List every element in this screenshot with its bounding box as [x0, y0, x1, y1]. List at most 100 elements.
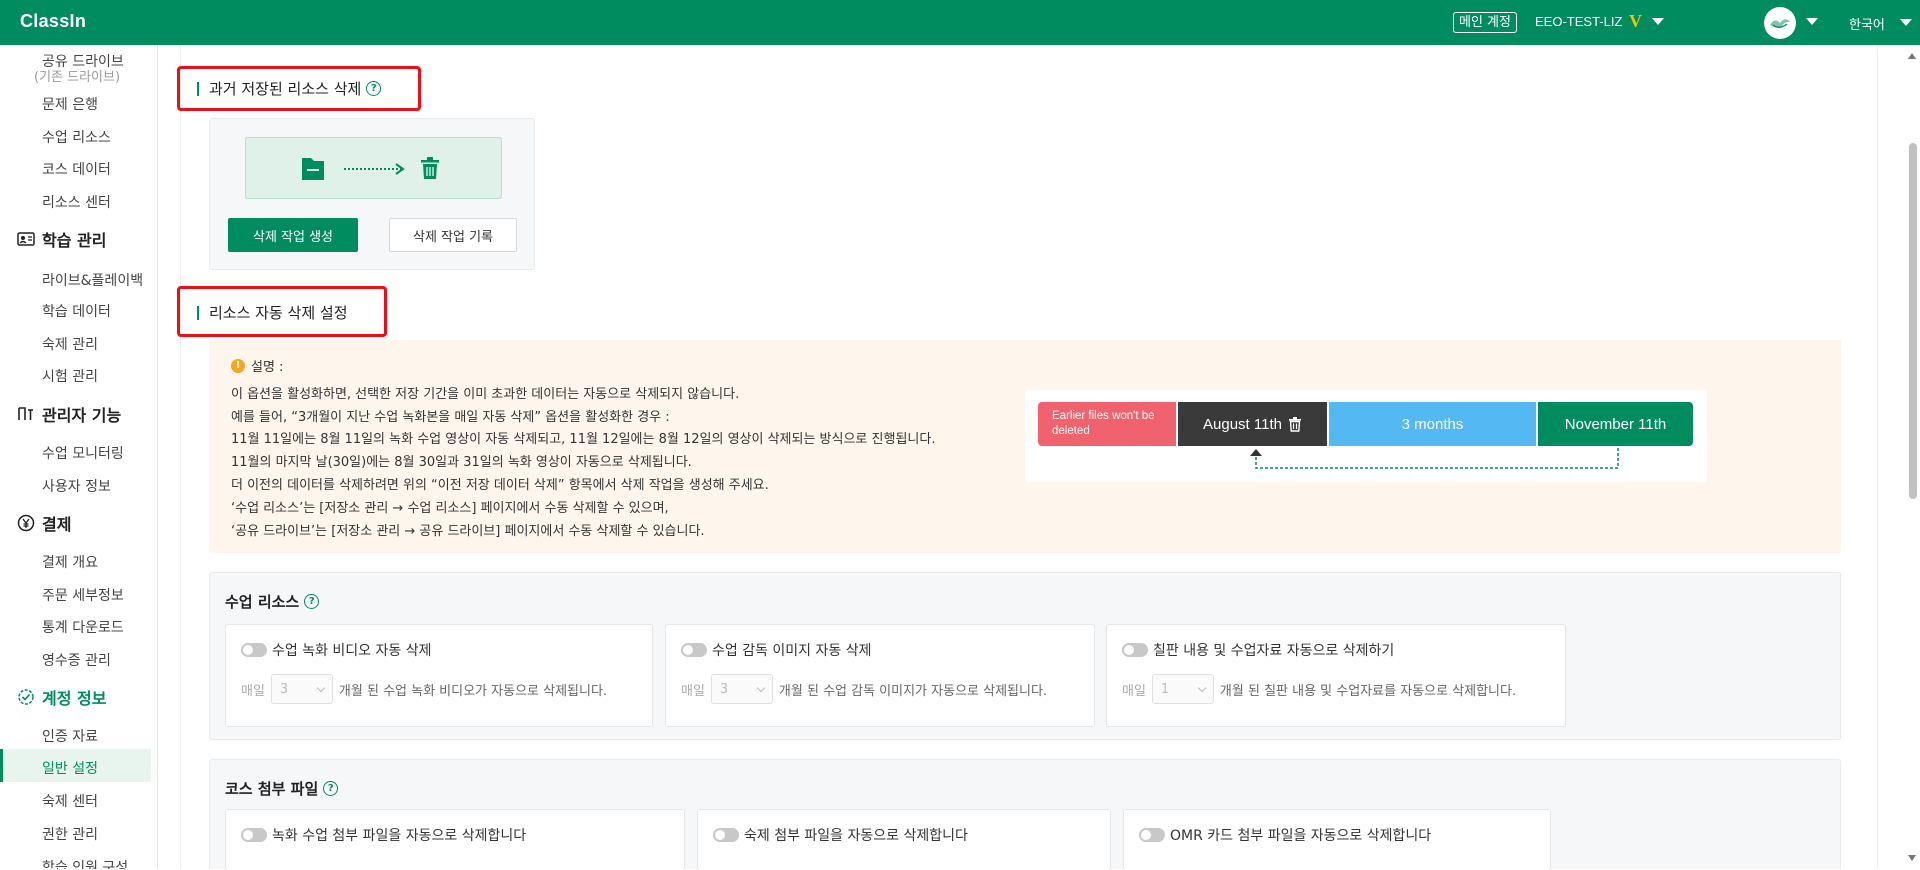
section-bar	[197, 305, 199, 320]
language-selector[interactable]: 한국어	[1849, 14, 1885, 33]
main-account-badge[interactable]: 메인 계정	[1453, 12, 1517, 33]
help-icon[interactable]: ?	[366, 81, 382, 96]
retention-timeline: Earlier files won't be deleted August 11…	[1025, 390, 1707, 482]
sidebar-section-account-info[interactable]: 계정 정보	[16, 685, 106, 709]
create-delete-task-button[interactable]: 삭제 작업 생성	[228, 218, 358, 252]
auto-delete-toggle[interactable]	[713, 828, 739, 842]
sidebar-item-permission-mgmt[interactable]: 권한 관리	[42, 824, 98, 844]
sidebar-item-class-resources[interactable]: 수업 리소스	[42, 127, 111, 147]
auto-delete-toggle[interactable]	[241, 643, 267, 657]
sidebar-section-label: 계정 정보	[42, 689, 107, 708]
card-title: 수업 녹화 비디오 자동 삭제	[272, 643, 432, 659]
chevron-down-icon	[1197, 683, 1207, 692]
sidebar-item-question-bank[interactable]: 문제 은행	[42, 94, 98, 114]
months-select-value: 3	[719, 681, 729, 697]
sidebar-item-resource-center[interactable]: 리소스 센터	[42, 192, 111, 212]
sidebar-section-payment[interactable]: 결제	[16, 511, 71, 535]
admin-icon	[16, 404, 36, 424]
auto-delete-card: 수업 녹화 비디오 자동 삭제 매일 3 개월 된 수업 녹화 비디오가 자동으…	[225, 624, 653, 727]
sidebar-item-homework-mgmt[interactable]: 숙제 관리	[42, 334, 98, 354]
notice-heading-text: 설명 :	[251, 360, 284, 375]
sidebar-item-certification[interactable]: 인증 자료	[42, 726, 98, 746]
notice-line: 이 옵션을 활성화하면, 선택한 저장 기간을 이미 초과한 데이터는 자동으로…	[231, 387, 740, 402]
help-icon[interactable]: ?	[304, 594, 320, 609]
sidebar-item-exam-mgmt[interactable]: 시험 관리	[42, 366, 98, 386]
id-card-icon	[16, 229, 36, 249]
sidebar-item-receipt-mgmt[interactable]: 영수증 관리	[42, 650, 111, 670]
group-title-class-resources: 수업 리소스 ?	[225, 591, 320, 612]
sidebar-item-general-settings[interactable]: 일반 설정	[42, 758, 98, 778]
past-delete-card: 삭제 작업 생성 삭제 작업 기록	[209, 118, 535, 270]
sidebar-section-learning-mgmt[interactable]: 학습 관리	[16, 227, 106, 251]
months-select[interactable]: 3	[270, 674, 333, 704]
sidebar-item-shared-drive-sub: (기존 드라이브)	[34, 70, 121, 85]
notice-line: 예를 들어, “3개월이 지난 수업 녹화본을 매일 자동 삭제” 옵션을 활성…	[231, 410, 670, 425]
months-select-value: 1	[1160, 681, 1170, 697]
card-title: 칠판 내용 및 수업자료 자동으로 삭제하기	[1153, 643, 1395, 659]
auto-delete-card: OMR 카드 첨부 파일을 자동으로 삭제합니다	[1123, 809, 1551, 870]
timeline-earlier-files: Earlier files won't be deleted	[1038, 402, 1176, 446]
card-title: 수업 감독 이미지 자동 삭제	[712, 643, 872, 659]
account-chevron-down-icon[interactable]	[1806, 18, 1818, 25]
auto-delete-toggle[interactable]	[241, 828, 267, 842]
sidebar-section-admin-features[interactable]: 관리자 기능	[16, 402, 121, 426]
sidebar-section-label: 결제	[42, 515, 72, 534]
sidebar-item-stats-download[interactable]: 통계 다운로드	[42, 617, 124, 637]
timeline-back-arrow	[1250, 448, 1619, 469]
card-title: OMR 카드 첨부 파일을 자동으로 삭제합니다	[1170, 828, 1432, 844]
scroll-down-icon[interactable]	[1908, 855, 1916, 861]
timeline-current-date: November 11th	[1538, 402, 1693, 446]
page-scrollbar[interactable]	[1904, 45, 1920, 869]
avatar[interactable]	[1764, 7, 1796, 39]
sidebar-item-course-data[interactable]: 코스 데이터	[42, 159, 111, 179]
sidebar-item-live-playback[interactable]: 라이브&플레이백	[42, 270, 143, 290]
card-title: 숙제 첨부 파일을 자동으로 삭제합니다	[744, 828, 968, 844]
chevron-down-icon	[756, 683, 766, 692]
card-prefix: 매일	[241, 683, 265, 699]
delete-task-history-button[interactable]: 삭제 작업 기록	[389, 218, 517, 252]
auto-delete-toggle[interactable]	[1139, 828, 1165, 842]
timeline-retention-period: 3 months	[1329, 402, 1536, 446]
sidebar-item-order-details[interactable]: 주문 세부정보	[42, 585, 124, 605]
group-title-course-attachments: 코스 첨부 파일 ?	[225, 778, 339, 799]
notice-line: 더 이전의 데이터를 삭제하려면 위의 “이전 저장 데이터 삭제” 항목에서 …	[231, 478, 769, 493]
auto-delete-toggle[interactable]	[681, 643, 707, 657]
section-title-auto-delete: 리소스 자동 삭제 설정	[197, 302, 348, 323]
sidebar-item-class-monitoring[interactable]: 수업 모니터링	[42, 443, 124, 463]
months-select[interactable]: 3	[710, 674, 773, 704]
folder-icon	[302, 158, 324, 180]
yen-icon	[16, 513, 36, 533]
notice-line: ‘공유 드라이브’는 [저장소 관리 → 공유 드라이브] 페이지에서 수동 삭…	[231, 524, 705, 539]
trash-icon	[421, 157, 439, 179]
auto-delete-card: 칠판 내용 및 수업자료 자동으로 삭제하기 매일 1 개월 된 칠판 내용 및…	[1106, 624, 1566, 727]
course-attachments-group: 코스 첨부 파일 ? 녹화 수업 첨부 파일을 자동으로 삭제합니다 숙제 첨부…	[209, 759, 1841, 870]
class-resources-group: 수업 리소스 ? 수업 녹화 비디오 자동 삭제 매일 3 개월 된 수업 녹화…	[209, 572, 1841, 740]
account-settings-icon	[16, 687, 36, 707]
sidebar-item-homework-center[interactable]: 숙제 센터	[42, 791, 98, 811]
help-icon[interactable]: ?	[323, 781, 339, 796]
section-title-past-delete: 과거 저장된 리소스 삭제 ?	[197, 78, 382, 99]
classin-logo[interactable]: ClassIn	[20, 11, 86, 32]
auto-delete-toggle[interactable]	[1122, 643, 1148, 657]
sidebar-item-payment-overview[interactable]: 결제 개요	[42, 552, 98, 572]
chevron-down-icon	[316, 683, 326, 692]
group-title-text: 코스 첨부 파일	[225, 780, 319, 798]
language-chevron-down-icon[interactable]	[1900, 19, 1912, 26]
card-suffix: 개월 된 수업 감독 이미지가 자동으로 삭제됩니다.	[778, 683, 1048, 699]
months-select[interactable]: 1	[1151, 674, 1214, 704]
info-warning-icon: !	[231, 358, 245, 373]
timeline-start-date-label: August 11th	[1203, 415, 1282, 433]
notice-line: 11월 11일에는 8월 11일의 녹화 수업 영상이 자동 삭제되고, 11월…	[231, 432, 936, 447]
user-menu-chevron-down-icon[interactable]	[1652, 18, 1664, 25]
scroll-up-icon[interactable]	[1908, 53, 1916, 59]
timeline-start-date: August 11th	[1178, 402, 1327, 446]
auto-delete-card: 숙제 첨부 파일을 자동으로 삭제합니다	[697, 809, 1111, 870]
card-setting-row: 매일 3 개월 된 수업 녹화 비디오가 자동으로 삭제됩니다.	[241, 674, 607, 704]
sidebar-item-user-info[interactable]: 사용자 정보	[42, 476, 111, 496]
card-suffix: 개월 된 수업 녹화 비디오가 자동으로 삭제됩니다.	[338, 683, 608, 699]
user-name[interactable]: EEO-TEST-LIZ	[1535, 14, 1622, 29]
sidebar-item-learning-data[interactable]: 학습 데이터	[42, 301, 111, 321]
scroll-thumb[interactable]	[1909, 143, 1917, 499]
notice-heading: ! 설명 :	[231, 356, 283, 375]
sidebar-item-school-member[interactable]: 학습 인원 구성	[42, 857, 128, 869]
